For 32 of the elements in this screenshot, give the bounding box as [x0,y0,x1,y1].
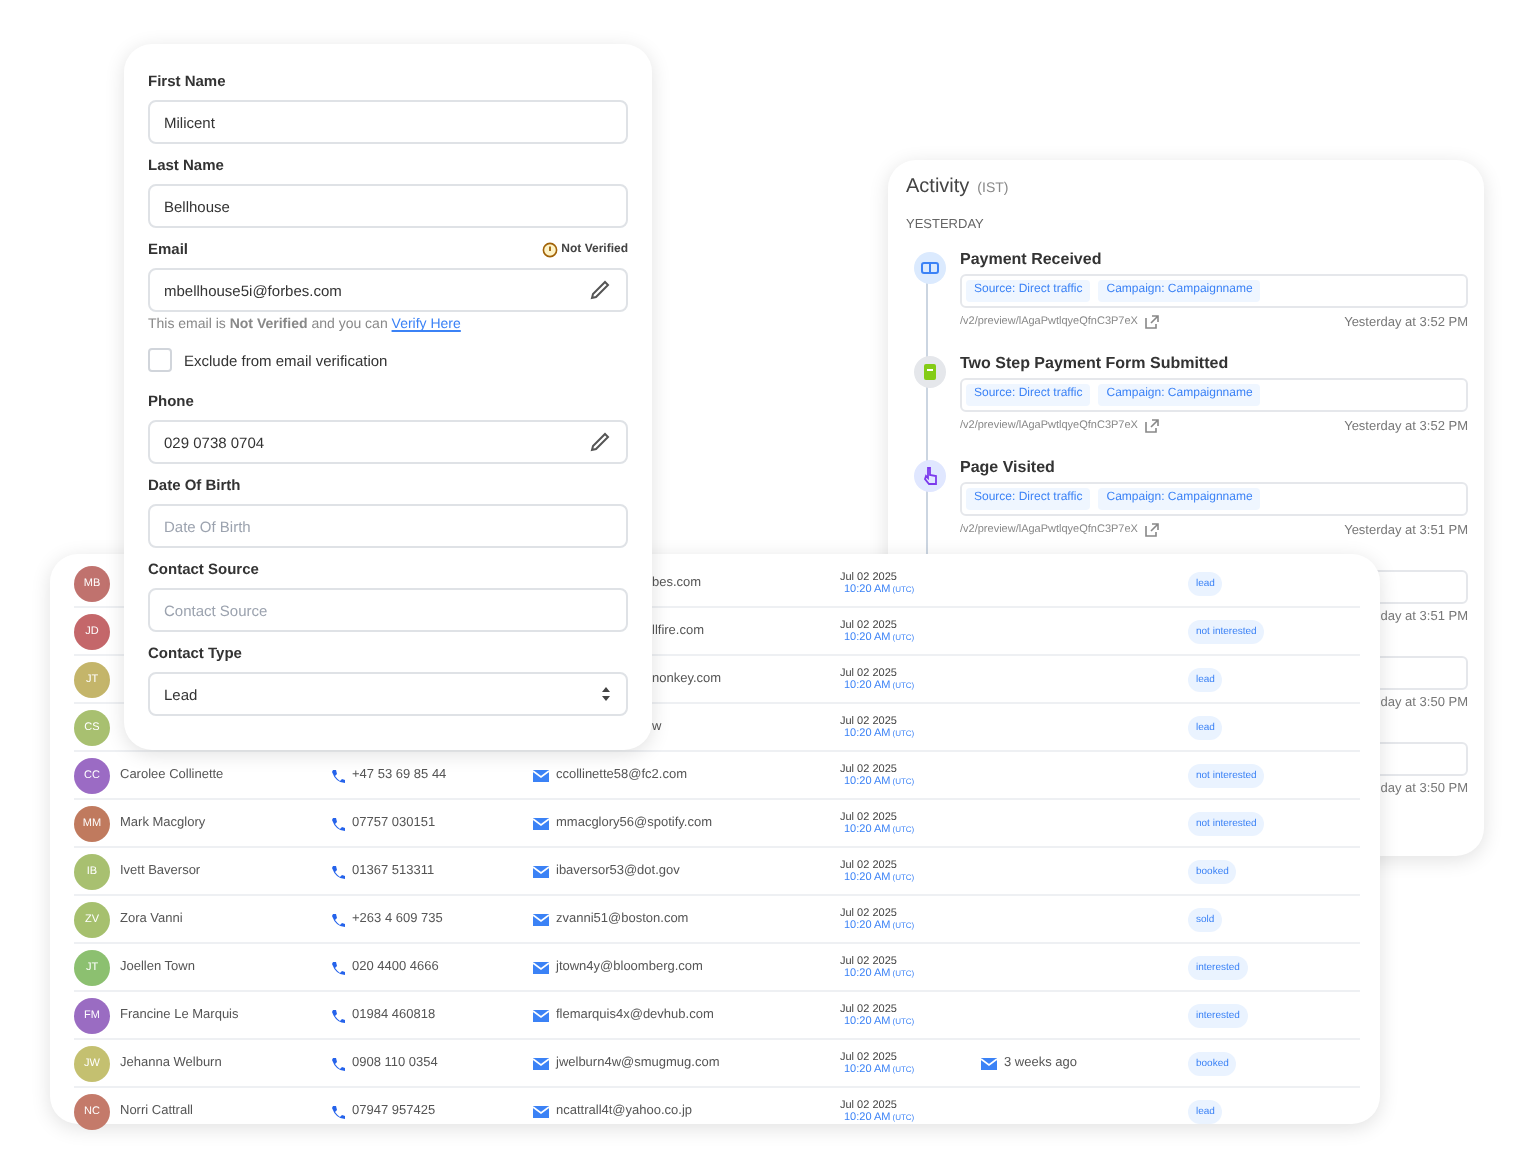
phone-icon [330,815,346,831]
phone-icon [330,1007,346,1023]
pencil-icon [588,278,612,302]
hand-pointer-icon [914,460,946,492]
external-link-icon [1143,314,1160,330]
mail-icon [532,1007,550,1023]
mail-icon [532,1103,550,1119]
phone-icon [330,1103,346,1119]
mail-icon [980,1055,998,1071]
mail-icon [532,959,550,975]
event-title: Payment Received [960,250,1104,268]
warning-icon [541,241,558,257]
checkbox[interactable] [148,348,172,372]
sort-arrows-icon [600,684,612,704]
mail-icon [532,863,550,879]
panel-title: Activity [906,176,970,198]
phone-icon [330,911,346,927]
form-icon [914,356,946,388]
mail-icon [532,911,550,927]
mail-icon [532,815,550,831]
external-link-icon [1143,418,1160,434]
event-title: Page Visited [960,458,1057,476]
phone-icon [330,863,346,879]
card-icon [914,252,946,284]
phone-icon [330,959,346,975]
mail-icon [532,1055,550,1071]
pencil-icon [588,430,612,454]
event-title: Two Step Payment Form Submitted [960,354,1231,372]
phone-icon [330,1055,346,1071]
external-link-icon [1143,522,1160,538]
phone-icon [330,767,346,783]
mail-icon [532,767,550,783]
